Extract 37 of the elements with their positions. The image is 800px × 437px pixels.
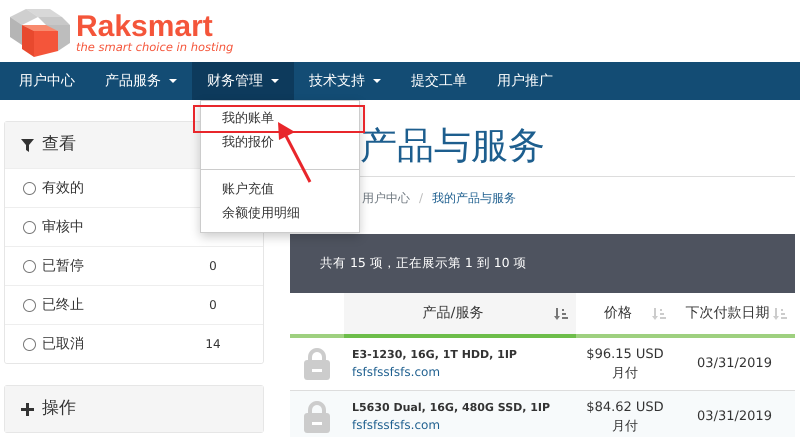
lock-icon <box>304 401 330 433</box>
nav-item[interactable]: 技术支持 <box>294 62 396 100</box>
nav-item[interactable]: 用户中心 <box>4 62 90 100</box>
price-text: $84.62 USD <box>585 398 665 416</box>
sort-icon <box>652 306 666 320</box>
panel-title: 操作 <box>42 397 76 420</box>
price-text: $96.15 USD <box>585 346 665 364</box>
due-date: 03/31/2019 <box>697 409 772 424</box>
due-date: 03/31/2019 <box>697 356 772 372</box>
summary-text: 共有 15 项，正在展示第 1 到 10 项 <box>320 254 527 272</box>
billing-cycle: 月付 <box>611 418 639 436</box>
billing-cycle: 月付 <box>611 365 639 383</box>
logo-text: Raksmart <box>76 12 213 42</box>
panel-title: 查看 <box>42 133 76 156</box>
breadcrumb-link[interactable]: 用户中心 <box>362 191 410 205</box>
sort-icon <box>773 306 787 320</box>
nav-item[interactable]: 产品服务 <box>90 62 192 100</box>
column-header[interactable]: 价格 <box>576 293 674 338</box>
nav-item[interactable]: 用户推广 <box>482 62 568 100</box>
lock-icon <box>304 348 330 380</box>
nav-item[interactable]: 提交工单 <box>396 62 482 100</box>
logo-tagline: the smart choice in hosting <box>76 42 234 54</box>
filter-icon <box>21 138 34 152</box>
domain-link[interactable]: fsfsfssfsfs.com <box>352 363 576 382</box>
product-name: L5630 Dual, 16G, 480G SSD, 1IP <box>352 400 552 416</box>
sort-icon <box>554 306 568 320</box>
breadcrumb-separator: / <box>419 191 424 205</box>
plus-icon <box>21 402 34 416</box>
nav-item[interactable]: 财务管理 <box>192 62 294 100</box>
column-header[interactable]: 产品/服务 <box>344 293 576 338</box>
filter-option[interactable]: 已取消 14 <box>5 324 263 363</box>
filter-option[interactable]: 已暂停 0 <box>5 246 263 285</box>
filter-option[interactable]: 已终止 0 <box>5 285 263 324</box>
arrow-annotation <box>278 122 312 183</box>
domain-link[interactable]: fsfsfssfsfs.com <box>352 416 576 434</box>
column-header[interactable]: 下次付款日期 <box>674 293 795 338</box>
product-name: E3-1230, 16G, 1T HDD, 1IP <box>352 346 518 363</box>
